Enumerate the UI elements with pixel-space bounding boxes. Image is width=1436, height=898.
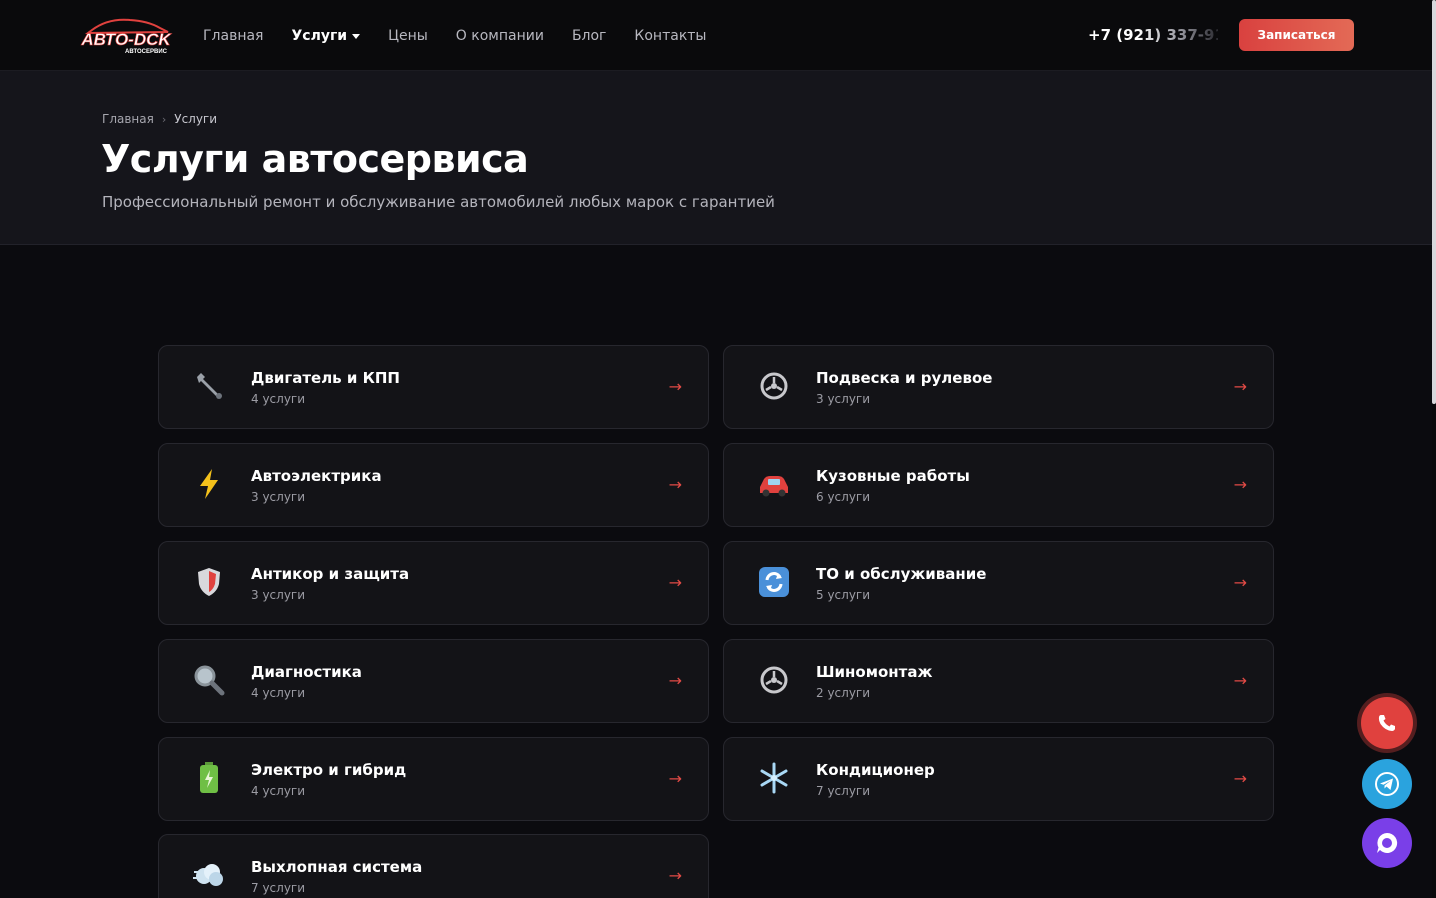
service-count: 2 услуги [816,686,871,700]
wrench-icon [191,368,227,404]
service-card-electrics[interactable]: Автоэлектрика 3 услуги → [158,443,709,527]
arrow-right-icon: → [668,769,682,788]
nav-about[interactable]: О компании [456,27,544,45]
service-title: Диагностика [251,663,362,681]
magnifier-icon [191,662,227,698]
call-button[interactable] [1361,697,1413,749]
logo-text: АВТО-DCK [80,30,172,49]
service-count: 7 услуги [816,784,871,798]
chevron-down-icon [352,33,361,39]
phone-icon [1378,715,1395,731]
service-card-suspension[interactable]: Подвеска и рулевое 3 услуги → [723,345,1274,429]
wheel-icon [756,662,792,698]
main-nav: Главная Услуги Цены О компании Блог Конт… [203,27,734,45]
service-title: Шиномонтаж [816,663,933,681]
site-header: АВТО-DCK АВТОСЕРВИС Главная Услуги Цены … [0,0,1432,71]
service-card-diagnostics[interactable]: Диагностика 4 услуги → [158,639,709,723]
battery-icon [191,760,227,796]
car-icon [756,466,792,502]
arrow-right-icon: → [1233,475,1247,494]
arrow-right-icon: → [1233,671,1247,690]
service-count: 4 услуги [251,784,306,798]
service-count: 3 услуги [251,490,306,504]
nav-contacts[interactable]: Контакты [634,27,706,45]
service-count: 4 услуги [251,392,306,406]
service-title: ТО и обслуживание [816,565,987,583]
arrow-right-icon: → [1233,377,1247,396]
service-card-air-conditioning[interactable]: Кондиционер 7 услуги → [723,737,1274,821]
breadcrumb-home[interactable]: Главная [102,112,154,126]
service-title: Автоэлектрика [251,467,382,485]
service-card-maintenance[interactable]: ТО и обслуживание 5 услуги → [723,541,1274,625]
chat-button[interactable] [1362,818,1412,868]
page-subtitle: Профессиональный ремонт и обслуживание а… [102,193,775,211]
nav-services-label: Услуги [291,28,348,44]
telegram-button[interactable] [1362,759,1412,809]
service-title: Двигатель и КПП [251,369,400,387]
refresh-icon [756,564,792,600]
nav-home[interactable]: Главная [203,27,263,45]
scrollbar-thumb[interactable] [1432,0,1436,404]
service-title: Электро и гибрид [251,761,407,779]
service-card-exhaust[interactable]: Выхлопная система 7 услуги → [158,834,709,898]
service-title: Кондиционер [816,761,935,779]
nav-prices[interactable]: Цены [388,27,428,45]
service-title: Антикор и защита [251,565,410,583]
logo[interactable]: АВТО-DCK АВТОСЕРВИС [78,16,174,56]
service-card-electric-hybrid[interactable]: Электро и гибрид 4 услуги → [158,737,709,821]
lightning-icon [191,466,227,502]
arrow-right-icon: → [1233,769,1247,788]
nav-services[interactable]: Услуги [291,27,361,45]
snowflake-icon [756,760,792,796]
nav-blog[interactable]: Блог [572,27,606,45]
breadcrumb-separator: › [161,112,167,126]
phone-link[interactable]: +7 (921) 337-91-4 [1088,26,1218,44]
wheel-icon [756,368,792,404]
service-card-anticorrosion[interactable]: Антикор и защита 3 услуги → [158,541,709,625]
page-title: Услуги автосервиса [101,137,529,181]
arrow-right-icon: → [668,671,682,690]
service-title: Кузовные работы [816,467,970,485]
service-count: 5 услуги [816,588,871,602]
arrow-right-icon: → [668,377,682,396]
logo-subtext: АВТОСЕРВИС [125,49,168,55]
arrow-right-icon: → [1233,573,1247,592]
service-card-engine[interactable]: Двигатель и КПП 4 услуги → [158,345,709,429]
page-hero: Главная › Услуги Услуги автосервиса Проф… [0,71,1432,245]
service-count: 7 услуги [251,881,306,895]
chat-icon [1377,832,1398,853]
service-card-body[interactable]: Кузовные работы 6 услуги → [723,443,1274,527]
service-count: 6 услуги [816,490,871,504]
book-button[interactable]: Записаться [1239,19,1354,51]
breadcrumb: Главная › Услуги [102,112,217,126]
breadcrumb-current: Услуги [174,112,218,126]
service-title: Выхлопная система [251,858,423,876]
service-title: Подвеска и рулевое [816,369,993,387]
service-count: 4 услуги [251,686,306,700]
arrow-right-icon: → [668,866,682,885]
exhaust-cloud-icon [191,857,227,893]
service-card-tires[interactable]: Шиномонтаж 2 услуги → [723,639,1274,723]
arrow-right-icon: → [668,475,682,494]
shield-icon [191,564,227,600]
arrow-right-icon: → [668,573,682,592]
service-count: 3 услуги [251,588,306,602]
telegram-icon [1375,772,1399,796]
service-count: 3 услуги [816,392,871,406]
